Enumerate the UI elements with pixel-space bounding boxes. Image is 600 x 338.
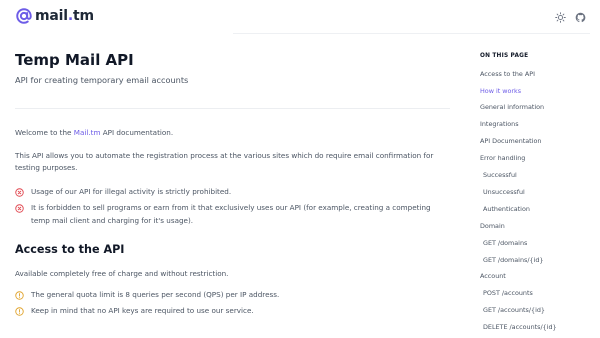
toc-title: ON THIS PAGE (480, 53, 529, 59)
toc-item-successful[interactable]: Successful (483, 171, 517, 179)
site-logo[interactable]: mail.tm (15, 7, 94, 25)
header-divider (233, 33, 590, 34)
list-item: It is forbidden to sell programs or earn… (15, 202, 450, 227)
page-subtitle: API for creating temporary email account… (15, 75, 189, 85)
github-icon[interactable] (574, 11, 586, 23)
toc-item-post-accounts[interactable]: POST /accounts (483, 289, 533, 297)
top-bar: mail.tm (0, 0, 600, 34)
toc-item-get-domain-by-id[interactable]: GET /domains/{id} (483, 256, 543, 264)
alert-circle-icon (15, 290, 24, 300)
toc-item-get-account-by-id[interactable]: GET /accounts/{id} (483, 306, 545, 314)
toc-item-general-information[interactable]: General information (480, 103, 544, 111)
toc-item-unsuccessful[interactable]: Unsuccessful (483, 188, 525, 196)
main-content: Temp Mail API API for creating temporary… (15, 50, 450, 322)
content-divider (15, 108, 450, 109)
welcome-text: Welcome to the Mail.tm API documentation… (15, 128, 174, 137)
x-circle-icon (15, 204, 24, 213)
list-item: Usage of our API for illegal activity is… (15, 186, 450, 199)
toc-item-api-documentation[interactable]: API Documentation (480, 137, 541, 145)
x-circle-icon (15, 187, 24, 197)
toc-item-delete-account-by-id[interactable]: DELETE /accounts/{id} (483, 323, 557, 331)
page-title: Temp Mail API (15, 51, 134, 69)
table-of-contents: ON THIS PAGE Access to the API How it wo… (480, 52, 590, 331)
logo-text: mail.tm (35, 8, 94, 24)
list-item: Keep in mind that no API keys are requir… (15, 305, 450, 318)
intro-text: This API allows you to automate the regi… (15, 150, 434, 173)
warning-list: Usage of our API for illegal activity is… (15, 186, 450, 228)
toc-item-integrations[interactable]: Integrations (480, 120, 519, 128)
at-sign-icon (16, 8, 32, 24)
toc-item-account[interactable]: Account (480, 272, 506, 280)
toc-item-how-it-works[interactable]: How it works (480, 87, 521, 95)
toc-item-authentication[interactable]: Authentication (483, 205, 530, 213)
toc-item-get-domains[interactable]: GET /domains (483, 239, 527, 247)
toc-item-error-handling[interactable]: Error handling (480, 154, 525, 162)
access-text: Available completely free of charge and … (15, 269, 229, 278)
toc-item-access[interactable]: Access to the API (480, 70, 535, 78)
section-heading-access: Access to the API (15, 243, 125, 256)
notice-list: The general quota limit is 8 queries per… (15, 289, 450, 318)
mailtm-link[interactable]: Mail.tm (74, 128, 101, 137)
list-item: The general quota limit is 8 queries per… (15, 289, 450, 302)
alert-circle-icon (15, 307, 24, 316)
toc-item-domain[interactable]: Domain (480, 222, 505, 230)
sun-icon[interactable] (554, 11, 566, 23)
